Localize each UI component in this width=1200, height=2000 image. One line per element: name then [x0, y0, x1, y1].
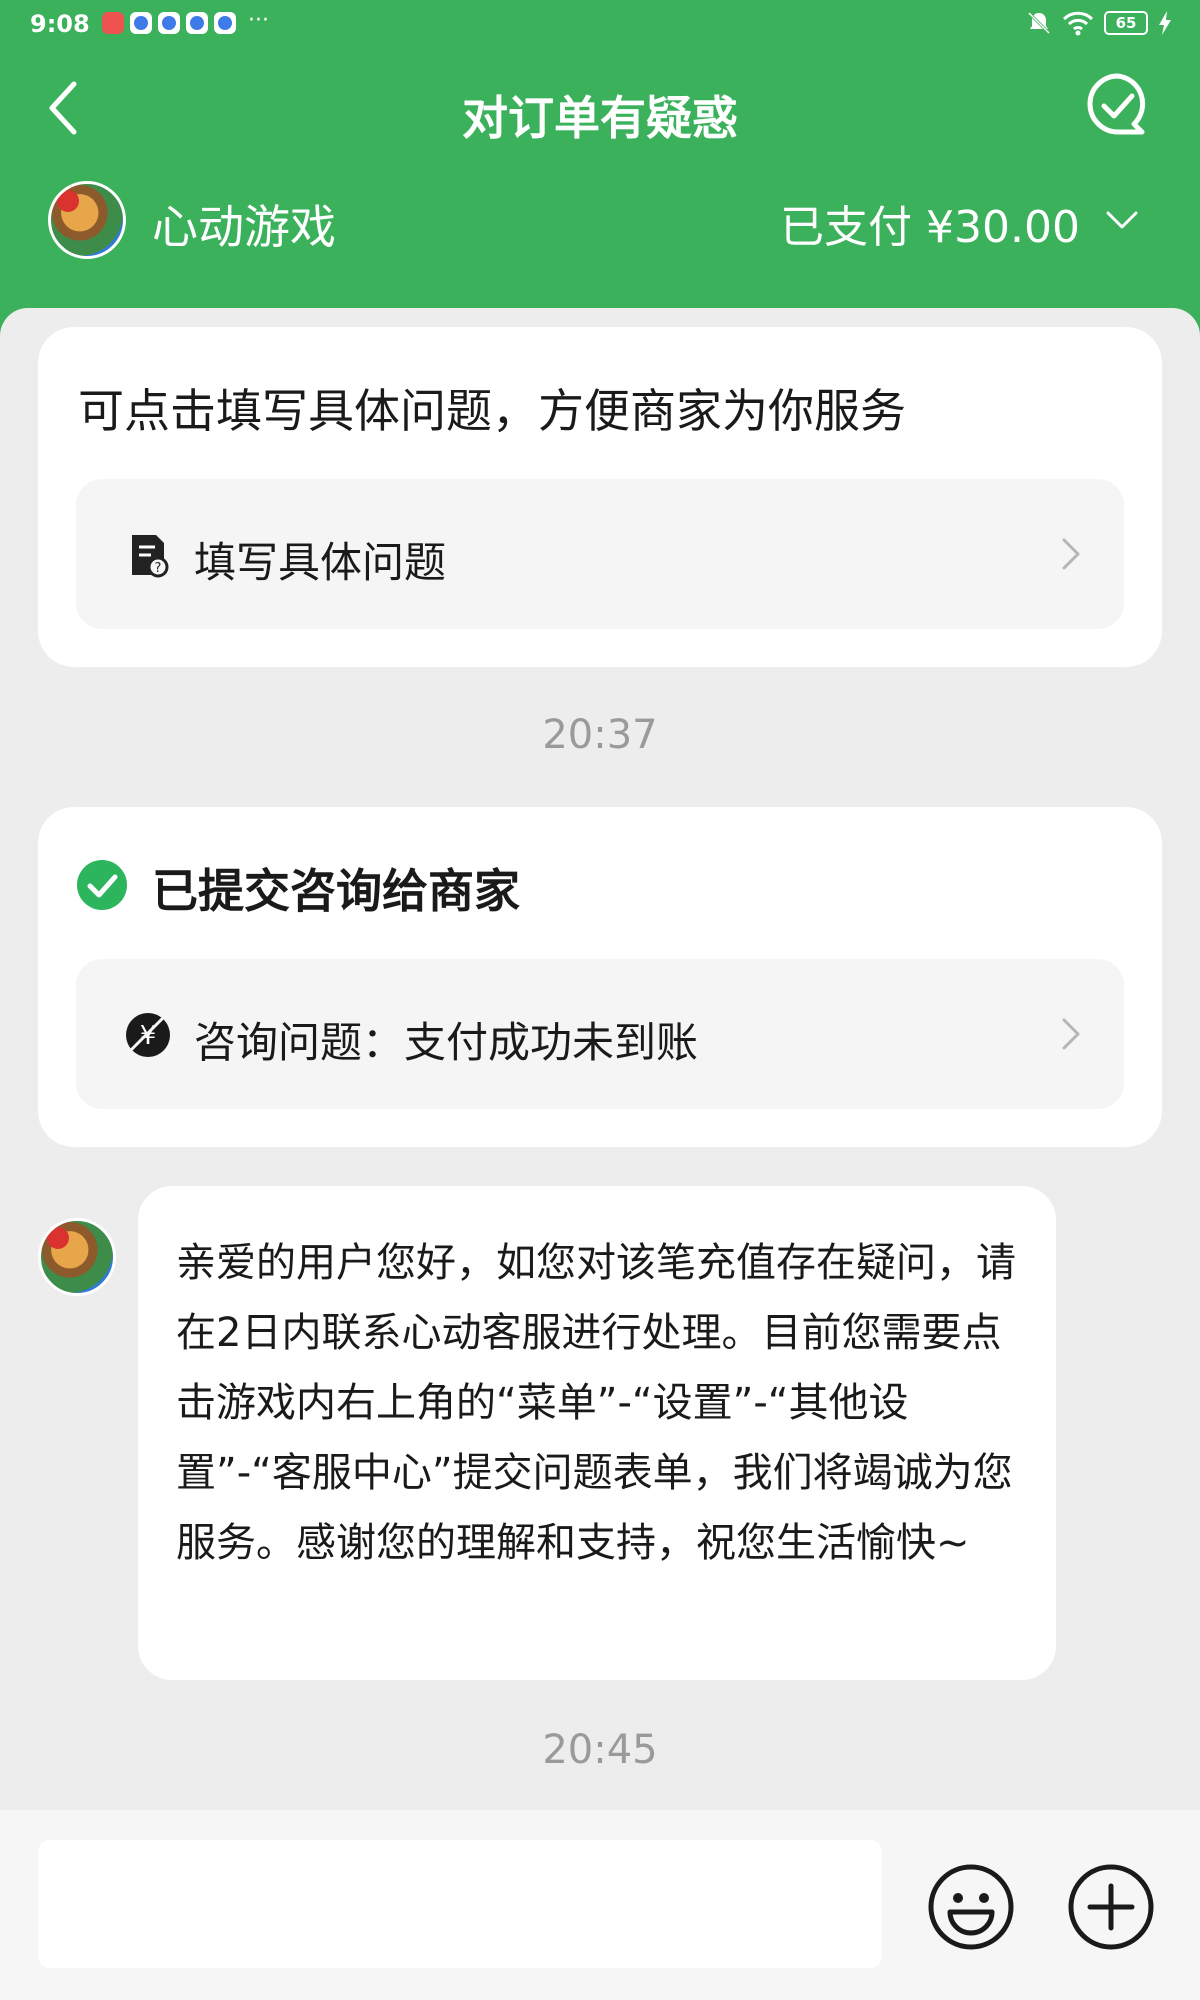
header: 9:08 ··· 65 对订单有疑惑 心动游戏 已支付 ¥30.00	[0, 0, 1200, 340]
form-edit-icon: ?	[132, 535, 169, 578]
chat-check-icon[interactable]	[1078, 66, 1158, 146]
more-notifications: ···	[248, 8, 269, 33]
status-indicators: 65	[1026, 10, 1172, 36]
status-time: 9:08	[30, 10, 90, 38]
emoji-icon[interactable]	[926, 1862, 1016, 1952]
game-app-icon	[214, 12, 236, 34]
message-text: 亲爱的用户您好，如您对该笔充值存在疑问，请在2日内联系心动客服进行处理。目前您需…	[176, 1240, 1016, 1566]
chevron-right-icon	[1062, 538, 1080, 570]
payment-status: 已支付 ¥30.00	[780, 202, 1080, 253]
message-bubble: 亲爱的用户您好，如您对该笔充值存在疑问，请在2日内联系心动客服进行处理。目前您需…	[138, 1186, 1056, 1680]
title-bar: 对订单有疑惑	[0, 50, 1200, 170]
question-label: 咨询问题：支付成功未到账	[194, 1018, 699, 1067]
notification-app-icon	[102, 12, 124, 34]
merchant-message-avatar[interactable]	[38, 1218, 116, 1296]
status-bar: 9:08 ··· 65	[0, 0, 1200, 50]
mute-bell-icon	[1027, 11, 1051, 35]
question-detail-button[interactable]: ¥ 咨询问题：支付成功未到账	[76, 959, 1124, 1109]
shield-app-icon	[130, 12, 152, 34]
chevron-down-icon[interactable]	[1102, 201, 1142, 241]
chevron-right-icon	[1062, 1018, 1080, 1050]
fill-question-button[interactable]: ? 填写具体问题	[76, 479, 1124, 629]
merchant-row[interactable]: 心动游戏 已支付 ¥30.00	[0, 175, 1200, 265]
svg-text:?: ?	[155, 561, 162, 576]
timestamp: 20:37	[542, 712, 658, 758]
input-bar	[0, 1810, 1200, 2000]
card-heading: 已提交咨询给商家	[152, 864, 520, 918]
timestamp: 20:45	[542, 1727, 658, 1773]
merchant-name: 心动游戏	[152, 200, 336, 254]
fill-question-label: 填写具体问题	[194, 538, 447, 587]
charging-icon	[1159, 11, 1171, 35]
yuan-icon: ¥	[126, 1013, 170, 1057]
status-app-icons: ···	[102, 8, 269, 34]
battery-indicator: 65	[1104, 11, 1148, 35]
fill-question-card: 可点击填写具体问题，方便商家为你服务 ? 填写具体问题	[38, 327, 1162, 667]
check-circle-icon	[77, 860, 127, 910]
merchant-avatar	[48, 181, 126, 259]
browser-app-icon	[158, 12, 180, 34]
card-heading: 可点击填写具体问题，方便商家为你服务	[78, 384, 906, 438]
message-input[interactable]	[38, 1840, 882, 1968]
wifi-icon	[1062, 11, 1094, 36]
plus-circle-icon[interactable]	[1066, 1862, 1156, 1952]
page-title: 对订单有疑惑	[462, 91, 738, 145]
music-app-icon	[186, 12, 208, 34]
submitted-card: 已提交咨询给商家 ¥ 咨询问题：支付成功未到账	[38, 807, 1162, 1147]
